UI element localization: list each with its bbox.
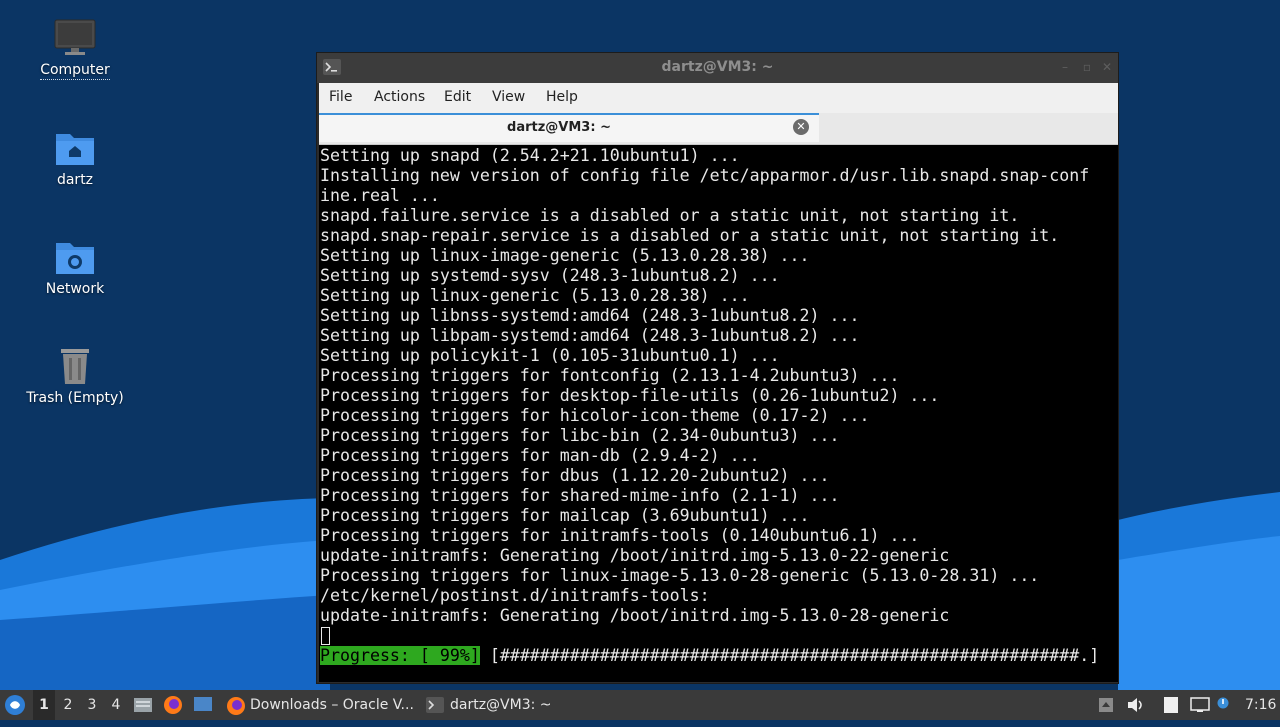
- taskbar: 1 2 3 4 Downloads – Oracle V... dartz@VM…: [0, 690, 1280, 720]
- minimize-button[interactable]: –: [1059, 61, 1071, 73]
- terminal-line: Processing triggers for desktop-file-uti…: [320, 386, 940, 405]
- desktop-icon: [194, 697, 212, 711]
- desktop-icon-trash[interactable]: Trash (Empty): [20, 346, 130, 406]
- network-folder-icon: [56, 243, 94, 274]
- progress-line: Progress: [ 99%] [######################…: [320, 646, 1099, 666]
- terminal-line: Setting up libnss-systemd:amd64 (248.3-1…: [320, 306, 860, 325]
- tray-network[interactable]: [1190, 690, 1212, 720]
- trash-icon: [61, 349, 89, 384]
- terminal-line: Processing triggers for libc-bin (2.34-0…: [320, 426, 840, 445]
- desktop-icon-label: Computer: [40, 62, 110, 80]
- terminal-line: Setting up systemd-sysv (248.3-1ubuntu8.…: [320, 266, 780, 285]
- tray-updates[interactable]: [1098, 690, 1118, 720]
- menu-edit[interactable]: Edit: [444, 89, 471, 105]
- workspace-4[interactable]: 4: [105, 690, 127, 720]
- computer-icon: [54, 19, 96, 55]
- terminal-icon: [426, 697, 444, 713]
- workspace-1[interactable]: 1: [33, 690, 55, 720]
- tab-close-icon[interactable]: ✕: [793, 119, 809, 135]
- tray-notification[interactable]: [1217, 690, 1231, 720]
- home-folder-icon: [56, 134, 94, 165]
- terminal-line: Processing triggers for shared-mime-info…: [320, 486, 840, 505]
- desktop-icon-computer[interactable]: Computer: [20, 18, 130, 80]
- task-label: Downloads – Oracle V...: [250, 697, 414, 713]
- show-desktop-button[interactable]: [193, 690, 215, 720]
- file-manager-icon: [134, 698, 152, 712]
- terminal-line: update-initramfs: Generating /boot/initr…: [320, 606, 950, 625]
- clipboard-icon: [1164, 697, 1178, 713]
- tray-clipboard[interactable]: [1163, 690, 1183, 720]
- terminal-line: snapd.failure.service is a disabled or a…: [320, 206, 1020, 225]
- firefox-icon: [227, 697, 245, 715]
- terminal-line: update-initramfs: Generating /boot/initr…: [320, 546, 950, 565]
- terminal-line: Setting up policykit-1 (0.105-31ubuntu0.…: [320, 346, 780, 365]
- maximize-button[interactable]: ▫: [1081, 61, 1093, 73]
- desktop-icon-label: dartz: [56, 172, 94, 188]
- update-icon: [1099, 698, 1113, 712]
- terminal-line: Processing triggers for fontconfig (2.13…: [320, 366, 900, 385]
- progress-bar-text: [#######################################…: [479, 646, 1100, 665]
- task-label: dartz@VM3: ~: [450, 697, 552, 713]
- terminal-line: Setting up linux-generic (5.13.0.28.38) …: [320, 286, 750, 305]
- terminal-line: /etc/kernel/postinst.d/initramfs-tools:: [320, 586, 710, 605]
- terminal-line: Processing triggers for linux-image-5.13…: [320, 566, 1040, 585]
- file-manager-launcher[interactable]: [133, 690, 155, 720]
- terminal-line: Processing triggers for dbus (1.12.20-2u…: [320, 466, 830, 485]
- terminal-line: Setting up libpam-systemd:amd64 (248.3-1…: [320, 326, 860, 345]
- close-button[interactable]: ✕: [1101, 61, 1113, 73]
- terminal-text: Setting up snapd (2.54.2+21.10ubuntu1) .…: [320, 146, 1089, 626]
- firefox-launcher[interactable]: [163, 690, 185, 720]
- terminal-window[interactable]: dartz@VM3: ~ – ▫ ✕ File Actions Edit Vie…: [316, 52, 1119, 684]
- menu-bar: File Actions Edit View Help: [319, 83, 1118, 113]
- window-title: dartz@VM3: ~: [661, 59, 774, 75]
- menu-actions[interactable]: Actions: [374, 89, 425, 105]
- desktop-icon-label: Trash (Empty): [26, 390, 124, 406]
- task-firefox-downloads[interactable]: Downloads – Oracle V...: [220, 690, 422, 720]
- start-menu-button[interactable]: [4, 690, 28, 720]
- menu-help[interactable]: Help: [546, 89, 578, 105]
- clock[interactable]: 7:16: [1245, 690, 1276, 720]
- window-titlebar[interactable]: dartz@VM3: ~ – ▫ ✕: [317, 53, 1118, 83]
- tab-label: dartz@VM3: ~: [507, 120, 611, 135]
- terminal-line: Processing triggers for initramfs-tools …: [320, 526, 920, 545]
- info-icon: [1217, 697, 1229, 709]
- progress-label: Progress: [ 99%]: [320, 646, 480, 665]
- terminal-line: Setting up linux-image-generic (5.13.0.2…: [320, 246, 810, 265]
- tab-bar: dartz@VM3: ~ ✕: [319, 113, 1118, 145]
- volume-icon: [1128, 698, 1142, 712]
- firefox-icon: [164, 696, 182, 714]
- terminal-line: Setting up snapd (2.54.2+21.10ubuntu1) .…: [320, 146, 740, 165]
- terminal-line: Processing triggers for man-db (2.9.4-2)…: [320, 446, 760, 465]
- terminal-line: Processing triggers for mailcap (3.69ubu…: [320, 506, 810, 525]
- menu-view[interactable]: View: [492, 89, 525, 105]
- terminal-line: ine.real ...: [320, 186, 440, 205]
- workspace-3[interactable]: 3: [81, 690, 103, 720]
- terminal-cursor: [321, 627, 330, 645]
- terminal-output[interactable]: Setting up snapd (2.54.2+21.10ubuntu1) .…: [319, 145, 1118, 682]
- tab-terminal[interactable]: dartz@VM3: ~ ✕: [319, 113, 819, 142]
- desktop-icon-network[interactable]: Network: [20, 237, 130, 297]
- app-menu-icon: [5, 695, 25, 715]
- menu-file[interactable]: File: [329, 89, 352, 105]
- tray-volume[interactable]: [1127, 690, 1147, 720]
- terminal-line: Processing triggers for hicolor-icon-the…: [320, 406, 870, 425]
- workspace-2[interactable]: 2: [57, 690, 79, 720]
- terminal-line: Installing new version of config file /e…: [320, 166, 1090, 185]
- terminal-line: snapd.snap-repair.service is a disabled …: [320, 226, 1060, 245]
- desktop-icon-label: Network: [45, 281, 105, 297]
- desktop-icon-home[interactable]: dartz: [20, 128, 130, 188]
- task-terminal[interactable]: dartz@VM3: ~: [420, 690, 560, 720]
- network-icon: [1190, 697, 1210, 712]
